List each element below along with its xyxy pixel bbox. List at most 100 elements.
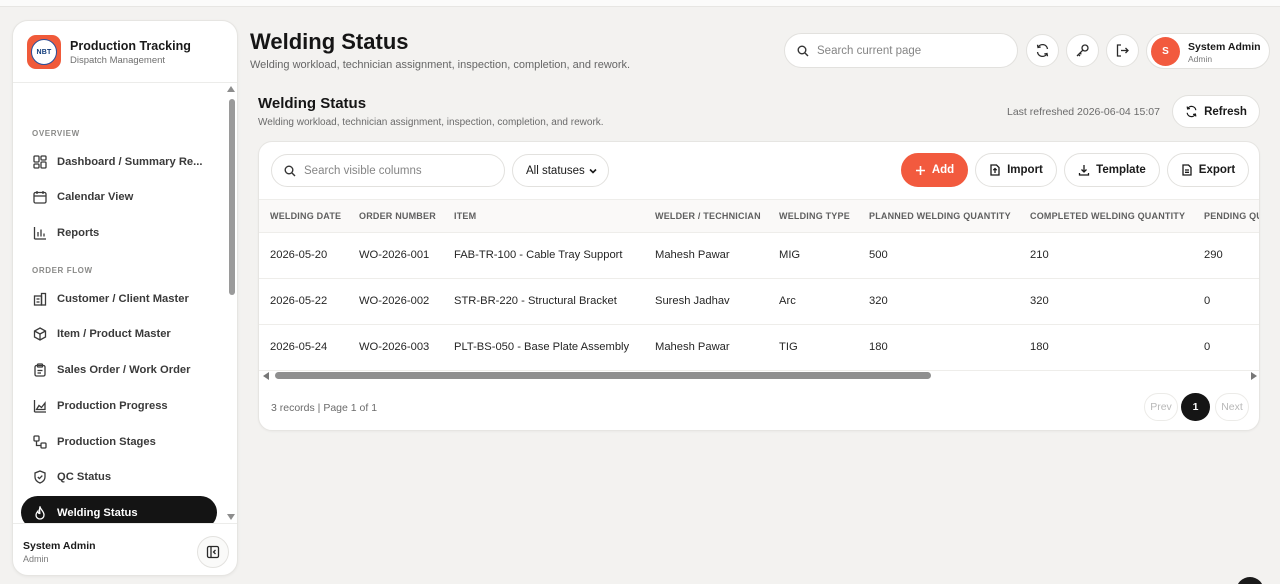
next-page-button[interactable]: Next <box>1215 393 1249 421</box>
sidebar-item-welding-status[interactable]: Welding Status <box>21 496 217 523</box>
sidebar-item-reports[interactable]: Reports <box>21 216 217 249</box>
sidebar-item-dashboard[interactable]: Dashboard / Summary Re... <box>21 145 217 178</box>
refresh-icon <box>1185 105 1198 118</box>
file-import-icon <box>989 164 1001 176</box>
column-header[interactable]: WELDING TYPE <box>779 211 850 221</box>
nav-section-overview: OVERVIEW <box>32 129 80 138</box>
change-password-button[interactable] <box>1066 34 1099 67</box>
box-icon <box>32 326 47 341</box>
column-header[interactable]: WELDER / TECHNICIAN <box>655 211 761 221</box>
sidebar-item-sales-order[interactable]: Sales Order / Work Order <box>21 353 217 386</box>
flame-icon <box>32 505 47 520</box>
sidebar-item-label: Item / Product Master <box>57 327 171 340</box>
last-refreshed-text: Last refreshed 2026-06-04 15:07 <box>1007 106 1160 118</box>
cell-order-number: WO-2026-001 <box>359 249 430 261</box>
sidebar-scroll-thumb[interactable] <box>229 99 235 295</box>
floating-widget[interactable] <box>1236 577 1264 584</box>
building-icon <box>32 291 47 306</box>
import-button[interactable]: Import <box>975 153 1057 187</box>
sidebar-user-role: Admin <box>23 554 49 564</box>
user-name: System Admin <box>1188 41 1261 53</box>
table-row[interactable]: 2026-05-22 WO-2026-002 STR-BR-220 - Stru… <box>259 279 1259 325</box>
prev-page-button[interactable]: Prev <box>1144 393 1178 421</box>
export-button[interactable]: Export <box>1167 153 1249 187</box>
sidebar-item-qc-status[interactable]: QC Status <box>21 460 217 493</box>
cell-welding-type: MIG <box>779 249 801 261</box>
column-header[interactable]: WELDING DATE <box>270 211 341 221</box>
page-search[interactable] <box>784 33 1018 68</box>
table-horizontal-scrollbar[interactable] <box>259 370 1259 382</box>
section-title: Welding Status <box>258 95 367 112</box>
cell-completed-qty: 180 <box>1030 341 1049 353</box>
scroll-up-arrow-icon[interactable] <box>227 86 235 92</box>
sync-button[interactable] <box>1026 34 1059 67</box>
cell-pending-qty: 0 <box>1204 341 1211 353</box>
scroll-down-arrow-icon[interactable] <box>227 514 235 520</box>
cell-welding-type: Arc <box>779 295 796 307</box>
file-export-icon <box>1181 164 1193 176</box>
sidebar-item-calendar[interactable]: Calendar View <box>21 180 217 213</box>
column-header[interactable]: ORDER NUMBER <box>359 211 436 221</box>
sidebar-item-label: Production Stages <box>57 435 156 448</box>
sidebar-nav: OVERVIEW Dashboard / Summary Re... Calen… <box>13 83 237 523</box>
column-header[interactable]: PENDING QU <box>1204 211 1259 221</box>
bar-chart-icon <box>32 225 47 240</box>
calendar-icon <box>32 189 47 204</box>
sidebar: NBT Production Tracking Dispatch Managem… <box>12 20 238 576</box>
sidebar-item-label: Reports <box>57 226 100 239</box>
cell-welder: Suresh Jadhav <box>655 295 730 307</box>
cell-completed-qty: 320 <box>1030 295 1049 307</box>
area-chart-icon <box>32 398 47 413</box>
table-row[interactable]: 2026-05-24 WO-2026-003 PLT-BS-050 - Base… <box>259 325 1259 371</box>
cell-welding-type: TIG <box>779 341 798 353</box>
column-header[interactable]: PLANNED WELDING QUANTITY <box>869 211 1011 221</box>
column-header[interactable]: ITEM <box>454 211 476 221</box>
cell-welding-date: 2026-05-24 <box>270 341 328 353</box>
scroll-right-arrow-icon[interactable] <box>1251 372 1257 380</box>
cell-welding-date: 2026-05-20 <box>270 249 328 261</box>
key-icon <box>1075 43 1090 58</box>
logout-button[interactable] <box>1106 34 1139 67</box>
user-menu[interactable]: S System Admin Admin <box>1146 33 1270 69</box>
sidebar-item-label: Sales Order / Work Order <box>57 363 191 376</box>
sidebar-item-label: Welding Status <box>57 506 138 519</box>
add-button[interactable]: Add <box>901 153 968 187</box>
column-header[interactable]: COMPLETED WELDING QUANTITY <box>1030 211 1185 221</box>
sidebar-scrollbar[interactable] <box>227 83 237 523</box>
sidebar-item-production-progress[interactable]: Production Progress <box>21 389 217 422</box>
logout-icon <box>1115 43 1130 58</box>
column-search[interactable] <box>271 154 505 187</box>
brand-header: NBT Production Tracking Dispatch Managem… <box>13 21 237 83</box>
status-filter-value: All statuses <box>526 164 585 177</box>
cell-planned-qty: 180 <box>869 341 888 353</box>
status-filter-select[interactable]: All statuses <box>512 154 609 187</box>
column-search-input[interactable] <box>304 164 484 177</box>
scroll-left-arrow-icon[interactable] <box>263 372 269 380</box>
cell-pending-qty: 290 <box>1204 249 1223 261</box>
brand-title: Production Tracking <box>70 39 191 53</box>
sidebar-item-production-stages[interactable]: Production Stages <box>21 425 217 458</box>
cell-order-number: WO-2026-002 <box>359 295 430 307</box>
template-button[interactable]: Template <box>1064 153 1160 187</box>
table-row[interactable]: 2026-05-20 WO-2026-001 FAB-TR-100 - Cabl… <box>259 233 1259 279</box>
current-page-button[interactable]: 1 <box>1181 393 1210 421</box>
search-input[interactable] <box>817 44 997 57</box>
cell-planned-qty: 320 <box>869 295 888 307</box>
template-label: Template <box>1096 164 1146 176</box>
collapse-sidebar-button[interactable] <box>197 536 229 568</box>
sidebar-footer: System Admin Admin <box>13 523 237 575</box>
cell-item: PLT-BS-050 - Base Plate Assembly <box>454 341 630 353</box>
refresh-button[interactable]: Refresh <box>1172 95 1260 128</box>
shield-icon <box>32 469 47 484</box>
sidebar-item-customer-master[interactable]: Customer / Client Master <box>21 282 217 315</box>
user-role: Admin <box>1188 54 1213 64</box>
brand-subtitle: Dispatch Management <box>70 55 166 66</box>
refresh-label: Refresh <box>1204 105 1247 118</box>
section-subtitle: Welding workload, technician assignment,… <box>258 117 604 128</box>
sidebar-item-label: QC Status <box>57 470 112 483</box>
table-scroll-thumb[interactable] <box>275 372 931 379</box>
download-icon <box>1078 164 1090 176</box>
search-icon <box>284 165 296 177</box>
sidebar-item-item-master[interactable]: Item / Product Master <box>21 317 217 350</box>
plus-icon <box>915 165 926 176</box>
